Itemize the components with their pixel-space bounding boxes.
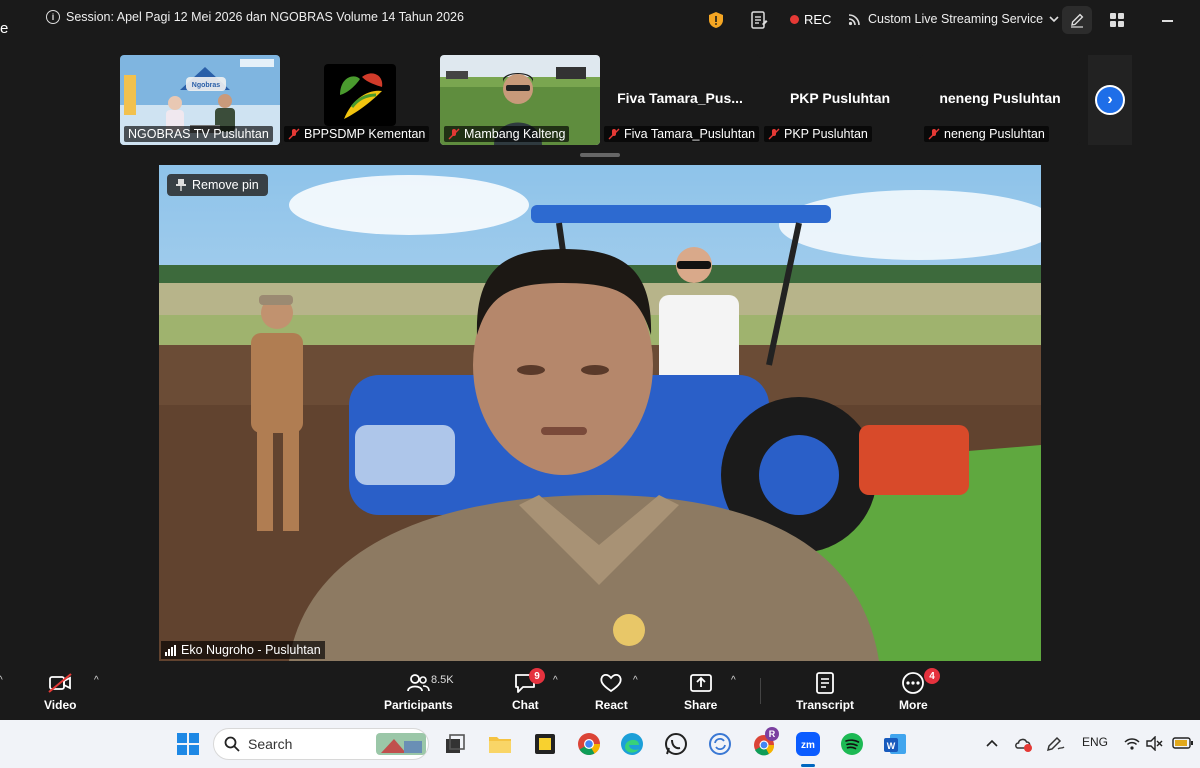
annotate-button[interactable] [1062,6,1092,34]
session-info[interactable]: i Session: Apel Pagi 12 Mei 2026 dan NGO… [46,10,464,24]
session-title: Session: Apel Pagi 12 Mei 2026 dan NGOBR… [66,10,464,24]
pinned-speaker-video[interactable]: Remove pin Eko Nugroho - Pusluhtan [159,165,1041,661]
meeting-controls-bar: ^ Video ^ Participants 8.5K Chat 9 ^ Rea… [0,662,1200,719]
strip-resize-handle[interactable] [580,153,620,157]
thumbnail-ngobras-tv[interactable]: Ngobras NGOBRAS TV Pusluhtan [120,55,280,145]
thumbnail-label: BPPSDMP Kementan [284,126,430,142]
cloud-error-icon[interactable] [1014,735,1034,753]
mic-off-icon [288,128,300,140]
remove-pin-label: Remove pin [192,178,259,192]
speaker-video-frame [159,165,1041,661]
pen-icon [1071,13,1084,28]
broadcast-icon [848,14,860,26]
pen-input-icon[interactable] [1045,735,1065,753]
chat-unread-badge: 9 [529,668,545,684]
thumbnail-mambang-kalteng[interactable]: Mambang Kalteng [440,55,600,145]
shield-icon[interactable] [708,11,724,29]
rec-label: REC [804,12,832,27]
thumbnail-bppsdmp[interactable]: BPPSDMP Kementan [280,55,440,145]
thumbnail-label: Fiva Tamara_Pusluhtan [604,126,760,142]
zoom-icon[interactable]: zm [795,731,821,757]
stream-label: Custom Live Streaming Service [868,12,1044,26]
thumbnail-label: neneng Pusluhtan [924,126,1049,142]
video-off-icon [48,673,72,693]
mic-off-icon [928,128,940,140]
chat-options-caret[interactable]: ^ [553,675,558,686]
more-dots-icon [902,672,925,694]
thumbnail-name: PKP Pusluhtan [789,90,891,106]
live-stream-menu[interactable]: Custom Live Streaming Service [848,12,1059,26]
svg-text:W: W [887,741,896,751]
recording-indicator[interactable]: REC [790,12,831,27]
file-explorer-icon[interactable] [487,731,513,757]
meeting-top-bar: e i Session: Apel Pagi 12 Mei 2026 dan N… [0,0,1200,40]
signal-strength-icon [165,644,176,656]
chevron-right-icon: › [1095,85,1125,115]
rec-dot-icon [790,15,799,24]
edge-icon[interactable] [619,731,645,757]
toolbar-divider [760,678,761,704]
info-icon[interactable]: i [46,10,60,24]
battery-icon[interactable] [1172,737,1194,749]
mic-off-icon [608,128,620,140]
show-hidden-icons-chevron[interactable] [986,738,998,748]
search-placeholder: Search [248,736,293,752]
thumbnail-label: Mambang Kalteng [444,126,570,142]
chrome-icon[interactable] [576,731,602,757]
taskbar-search[interactable]: Search [213,728,429,760]
react-button[interactable]: React [595,671,628,712]
minimize-icon[interactable] [1162,20,1173,22]
active-app-indicator [801,764,815,767]
speaker-name: Eko Nugroho - Pusluhtan [181,643,321,657]
thumbnail-neneng-pusluhtan[interactable]: neneng Pusluhtan neneng Pusluhtan [920,55,1080,145]
search-icon [224,736,240,752]
participants-count: 8.5K [431,674,454,686]
whatsapp-icon[interactable] [663,731,689,757]
spotify-icon[interactable] [839,731,865,757]
thumbnail-name: neneng Pusluhtan [939,90,1061,106]
react-options-caret[interactable]: ^ [633,675,638,686]
mic-off-icon [768,128,780,140]
thumbnail-fiva-tamara[interactable]: Fiva Tamara_Pus... Fiva Tamara_Pusluhtan [600,55,760,145]
share-screen-icon [689,674,712,692]
volume-muted-icon[interactable] [1146,736,1164,751]
windows-taskbar: Search R zm W ENG [0,720,1200,768]
svg-text:zm: zm [801,740,815,751]
meeting-notes-icon[interactable] [750,10,768,30]
word-icon[interactable]: W [882,731,908,757]
audio-options-caret[interactable]: ^ [0,675,3,686]
windows-start-icon[interactable] [175,731,201,757]
share-options-caret[interactable]: ^ [731,675,736,686]
svg-text:Ngobras: Ngobras [192,82,221,89]
language-indicator[interactable]: ENG [1082,735,1108,749]
thumbnail-next-button[interactable]: › [1088,55,1132,145]
share-button[interactable]: Share [684,671,717,712]
thumbnail-name: Fiva Tamara_Pus... [617,90,743,106]
transcript-button[interactable]: Transcript [796,671,854,712]
remove-pin-button[interactable]: Remove pin [167,174,268,196]
apps-grid-icon[interactable] [1109,12,1125,28]
thumbnail-label: PKP Pusluhtan [764,126,872,142]
transcript-icon [816,672,834,694]
pin-icon [176,179,186,191]
thumbnail-pkp-pusluhtan[interactable]: PKP Pusluhtan PKP Pusluhtan [760,55,920,145]
video-button[interactable]: Video [44,671,76,712]
mic-off-icon [448,128,460,140]
chrome-profile-badge: R [765,727,779,741]
video-options-caret[interactable]: ^ [94,675,99,686]
more-notification-badge: 4 [924,668,940,684]
chevron-down-icon [1049,15,1059,22]
search-highlight-image [376,733,426,755]
sync-icon[interactable] [707,731,733,757]
heart-icon [600,673,622,693]
participants-icon [407,674,431,692]
wifi-icon[interactable] [1124,737,1140,750]
thumbnail-label: NGOBRAS TV Pusluhtan [124,126,273,142]
sticky-notes-icon[interactable] [532,731,558,757]
speaker-name-label: Eko Nugroho - Pusluhtan [161,641,325,659]
task-view-icon[interactable] [442,731,468,757]
window-edge-glyph: e [0,20,9,37]
